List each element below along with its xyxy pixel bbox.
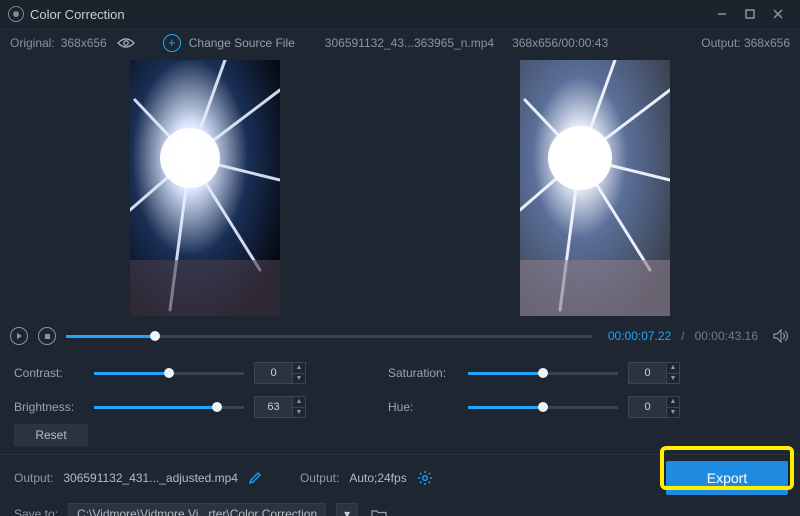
save-path-field[interactable]: C:\Vidmore\Vidmore Vi...rter\Color Corre…: [68, 503, 326, 516]
source-meta: 368x656/00:00:43: [512, 36, 608, 50]
titlebar: Color Correction: [0, 0, 800, 28]
maximize-button[interactable]: [736, 4, 764, 24]
output-settings-icon[interactable]: [417, 470, 433, 486]
stop-button[interactable]: [38, 327, 56, 345]
volume-icon[interactable]: [772, 329, 790, 343]
timeline-scrubber[interactable]: [66, 329, 592, 343]
preview-original: [130, 60, 280, 316]
brightness-input[interactable]: [254, 396, 292, 418]
preview-output: [520, 60, 670, 316]
export-button[interactable]: Export: [666, 461, 788, 495]
hue-label: Hue:: [388, 400, 458, 414]
minimize-button[interactable]: [708, 4, 736, 24]
reset-button[interactable]: Reset: [14, 424, 88, 446]
saturation-up[interactable]: ▲: [667, 363, 679, 374]
output-format-label: Output:: [300, 471, 339, 485]
open-folder-icon[interactable]: [368, 503, 390, 516]
contrast-up[interactable]: ▲: [293, 363, 305, 374]
brightness-spinbox[interactable]: ▲▼: [254, 396, 318, 418]
preview-area: [0, 56, 800, 322]
app-root: Color Correction Original: 368x656 + Cha…: [0, 0, 800, 516]
hue-down[interactable]: ▼: [667, 408, 679, 418]
hue-input[interactable]: [628, 396, 666, 418]
output-label: Output: 368x656: [701, 36, 790, 50]
saturation-label: Saturation:: [388, 366, 458, 380]
original-label: Original:: [10, 36, 55, 50]
saturation-input[interactable]: [628, 362, 666, 384]
saturation-slider[interactable]: [468, 367, 618, 379]
brightness-label: Brightness:: [14, 400, 84, 414]
plus-icon: +: [163, 34, 181, 52]
transport-bar: 00:00:07.22/00:00:43.16: [0, 322, 800, 350]
preview-toggle-icon[interactable]: [115, 37, 137, 49]
saturation-spinbox[interactable]: ▲▼: [628, 362, 692, 384]
contrast-down[interactable]: ▼: [293, 374, 305, 384]
source-filename: 306591132_43...363965_n.mp4: [325, 36, 494, 50]
time-current: 00:00:07.22: [608, 329, 671, 343]
footer: Output: 306591132_431..._adjusted.mp4 Ou…: [0, 454, 800, 516]
change-source-button[interactable]: + Change Source File: [163, 34, 295, 52]
output-format-value: Auto;24fps: [349, 471, 406, 485]
output-file-label: Output:: [14, 471, 53, 485]
window-title: Color Correction: [30, 7, 125, 22]
original-dim: 368x656: [61, 36, 107, 50]
save-path-dropdown[interactable]: ▾: [336, 503, 358, 516]
contrast-spinbox[interactable]: ▲▼: [254, 362, 318, 384]
hue-spinbox[interactable]: ▲▼: [628, 396, 692, 418]
output-filename: 306591132_431..._adjusted.mp4: [63, 471, 238, 485]
saturation-down[interactable]: ▼: [667, 374, 679, 384]
change-source-label: Change Source File: [189, 36, 295, 50]
close-button[interactable]: [764, 4, 792, 24]
color-controls: Contrast: ▲▼ Saturation: ▲▼ Brightness: …: [0, 350, 800, 424]
brightness-down[interactable]: ▼: [293, 408, 305, 418]
brightness-slider[interactable]: [94, 401, 244, 413]
play-button[interactable]: [10, 327, 28, 345]
contrast-slider[interactable]: [94, 367, 244, 379]
hue-slider[interactable]: [468, 401, 618, 413]
brightness-up[interactable]: ▲: [293, 397, 305, 408]
time-total: 00:00:43.16: [695, 329, 758, 343]
rename-icon[interactable]: [248, 471, 262, 485]
info-bar: Original: 368x656 + Change Source File 3…: [0, 28, 800, 56]
hue-up[interactable]: ▲: [667, 397, 679, 408]
save-to-label: Save to:: [14, 507, 58, 516]
contrast-input[interactable]: [254, 362, 292, 384]
app-logo-icon: [8, 6, 24, 22]
contrast-label: Contrast:: [14, 366, 84, 380]
